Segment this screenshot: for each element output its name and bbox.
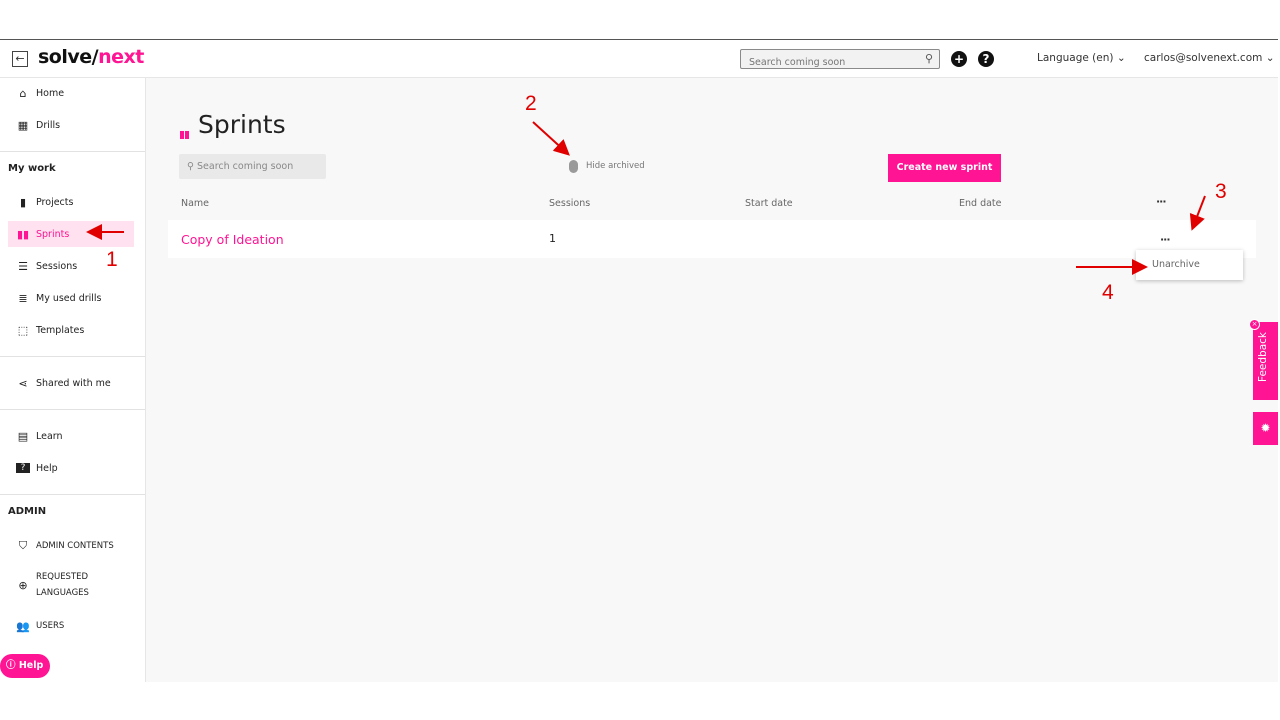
annotation-number-2: 2 — [525, 92, 537, 115]
annotation-number-1: 1 — [106, 248, 118, 271]
annotation-number-3: 3 — [1215, 180, 1227, 203]
annotation-number-4: 4 — [1102, 281, 1114, 304]
arrow-2 — [532, 121, 570, 156]
arrow-3 — [1189, 195, 1206, 231]
annotation-arrows — [86, 121, 1206, 275]
